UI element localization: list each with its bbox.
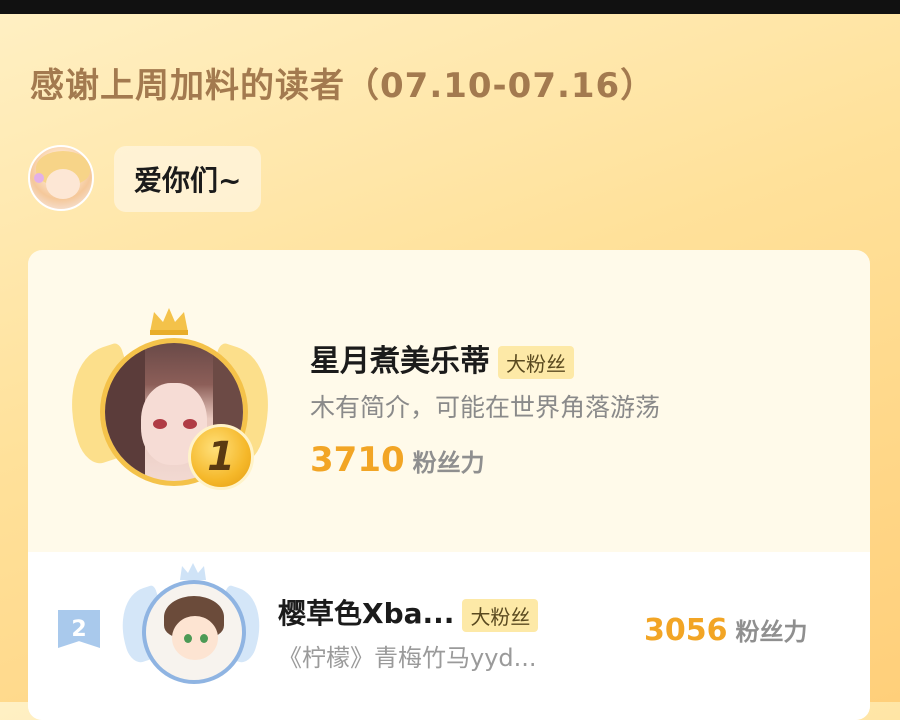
reader-avatar[interactable] <box>142 580 246 684</box>
avatar-hair-left <box>105 343 145 481</box>
fan-power-score: 3710 粉丝力 <box>310 440 485 480</box>
avatar-eye-left <box>184 634 192 643</box>
top-reader-name-row[interactable]: 星月煮美乐蒂 大粉丝 <box>310 336 574 380</box>
message-bubble: 爱你们~ <box>114 146 262 212</box>
score-label: 粉丝力 <box>412 449 485 477</box>
fan-power-score: 3056 粉丝力 <box>644 612 808 648</box>
crown-icon <box>150 308 188 335</box>
avatar-eye-right <box>200 634 208 643</box>
score-value: 3056 <box>644 613 728 648</box>
score-label: 粉丝力 <box>735 618 808 646</box>
avatar-bow <box>34 173 44 183</box>
crown-icon <box>180 563 206 580</box>
fan-level-tag: 大粉丝 <box>462 598 539 632</box>
page-title: 感谢上周加料的读者（07.10-07.16） <box>30 66 656 106</box>
avatar-face <box>46 169 80 199</box>
reader-name[interactable]: 樱草色Xba... <box>278 597 454 630</box>
avatar-face <box>172 616 218 660</box>
ranking-card: 1 星月煮美乐蒂 大粉丝 木有简介，可能在世界角落游荡 3710 粉丝力 2 樱草色… <box>28 250 870 720</box>
avatar-eye-left <box>153 419 167 429</box>
fan-level-tag: 大粉丝 <box>498 346 574 379</box>
reader-name[interactable]: 星月煮美乐蒂 <box>310 344 490 379</box>
author-avatar[interactable] <box>28 145 94 211</box>
score-value: 3710 <box>310 440 405 480</box>
reader-bio: 木有简介，可能在世界角落游荡 <box>310 393 661 422</box>
reader-name-row[interactable]: 樱草色Xba... 大粉丝 <box>278 592 539 632</box>
top-edge-bar <box>0 0 900 14</box>
avatar-eye-right <box>183 419 197 429</box>
reader-bio: 《柠檬》青梅竹马yyd... <box>278 644 537 672</box>
rank-1-medal: 1 <box>188 424 254 490</box>
